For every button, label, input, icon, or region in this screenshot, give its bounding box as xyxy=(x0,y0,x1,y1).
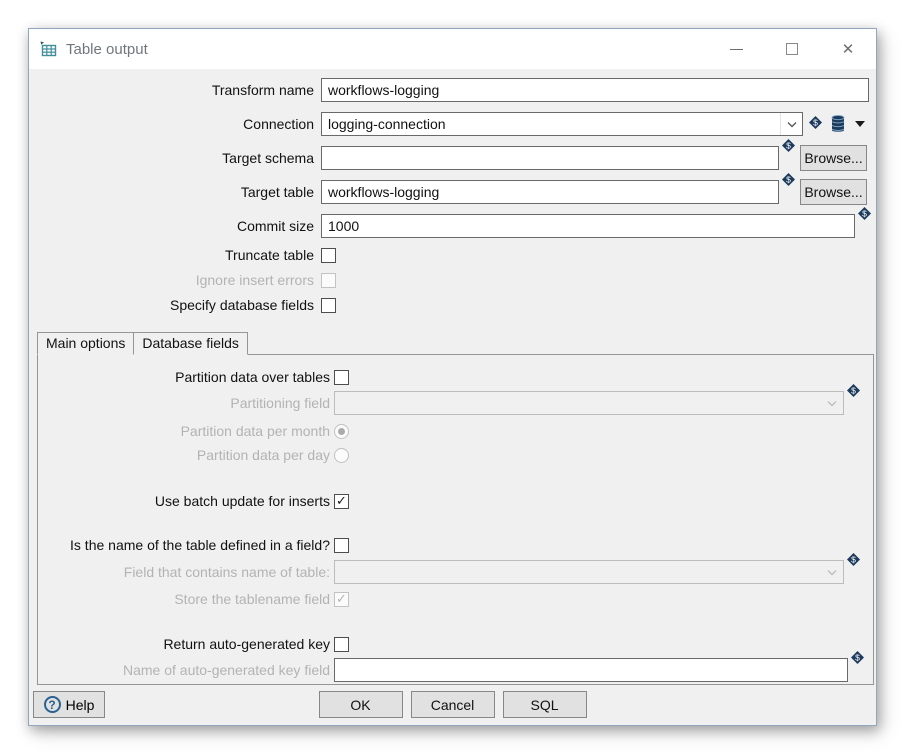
partition-over-tables-label: Partition data over tables xyxy=(38,369,334,385)
variable-diamond-icon xyxy=(858,207,871,220)
auto-key-field-input[interactable] xyxy=(334,658,848,682)
return-auto-key-label: Return auto-generated key xyxy=(38,636,334,652)
table-name-in-field-row: Is the name of the table defined in a fi… xyxy=(38,537,873,553)
transform-name-row: Transform name xyxy=(37,77,869,103)
target-schema-label: Target schema xyxy=(37,150,321,166)
close-icon: ✕ xyxy=(842,42,855,57)
partition-over-tables-row: Partition data over tables xyxy=(38,369,873,385)
cancel-button[interactable]: Cancel xyxy=(411,691,495,718)
target-table-input[interactable] xyxy=(321,180,779,204)
partitioning-field-row: Partitioning field xyxy=(38,391,873,415)
connection-label: Connection xyxy=(37,116,321,132)
chevron-down-icon xyxy=(821,561,843,583)
partition-over-tables-checkbox[interactable] xyxy=(334,370,349,385)
tab-bar: Main options Database fields xyxy=(37,332,876,354)
target-table-browse-button[interactable]: Browse... xyxy=(800,179,867,205)
tab-database-fields[interactable]: Database fields xyxy=(133,332,248,355)
minimize-icon xyxy=(730,49,743,50)
field-contains-table-name-combo xyxy=(334,560,844,584)
ignore-insert-errors-label: Ignore insert errors xyxy=(37,272,321,288)
partitioning-field-combo xyxy=(334,391,844,415)
target-table-label: Target table xyxy=(37,184,321,200)
target-schema-row: Target schema Browse... xyxy=(37,145,869,171)
commit-size-input[interactable] xyxy=(321,214,855,238)
chevron-down-icon xyxy=(780,113,802,135)
partition-per-day-radio xyxy=(334,448,349,463)
store-tablename-row: Store the tablename field xyxy=(38,591,873,607)
connection-combo[interactable]: logging-connection xyxy=(321,112,803,136)
title-bar: Table output ✕ xyxy=(29,29,876,69)
target-table-row: Target table Browse... xyxy=(37,179,869,205)
target-schema-input[interactable] xyxy=(321,146,779,170)
main-options-panel: Partition data over tables Partitioning … xyxy=(37,354,874,685)
tab-main-options[interactable]: Main options xyxy=(37,332,134,355)
commit-size-row: Commit size xyxy=(37,213,869,239)
dialog-title: Table output xyxy=(66,41,148,58)
variable-diamond-icon xyxy=(782,173,795,186)
connection-value: logging-connection xyxy=(322,116,780,132)
commit-size-label: Commit size xyxy=(37,218,321,234)
sql-button[interactable]: SQL xyxy=(503,691,587,718)
table-output-dialog: Table output ✕ Transform name Connection… xyxy=(28,28,877,726)
variable-diamond-icon xyxy=(847,384,860,397)
variable-diamond-icon xyxy=(782,139,795,152)
truncate-table-label: Truncate table xyxy=(37,247,321,263)
partitioning-field-label: Partitioning field xyxy=(38,395,334,411)
batch-update-label: Use batch update for inserts xyxy=(38,493,334,509)
form-area: Transform name Connection logging-connec… xyxy=(29,69,876,313)
partition-per-month-row: Partition data per month xyxy=(38,423,873,439)
specify-database-fields-row: Specify database fields xyxy=(37,297,869,313)
connection-menu-arrow-icon[interactable] xyxy=(855,121,865,127)
truncate-table-row: Truncate table xyxy=(37,247,869,263)
dialog-buttons: OK Cancel SQL xyxy=(319,691,587,718)
partition-per-day-label: Partition data per day xyxy=(38,447,334,463)
ok-button[interactable]: OK xyxy=(319,691,403,718)
auto-key-field-label: Name of auto-generated key field xyxy=(38,662,334,678)
target-schema-browse-button[interactable]: Browse... xyxy=(800,145,867,171)
footer: ? Help OK Cancel SQL xyxy=(29,691,876,718)
field-contains-table-name-row: Field that contains name of table: xyxy=(38,560,873,584)
transform-name-input[interactable] xyxy=(321,78,869,102)
store-tablename-checkbox xyxy=(334,592,349,607)
variable-diamond-icon xyxy=(809,116,822,129)
window-controls: ✕ xyxy=(708,29,876,69)
partition-per-day-row: Partition data per day xyxy=(38,447,873,463)
ignore-insert-errors-row: Ignore insert errors xyxy=(37,272,869,288)
return-auto-key-row: Return auto-generated key xyxy=(38,636,873,652)
help-icon: ? xyxy=(44,696,61,713)
auto-key-field-row: Name of auto-generated key field xyxy=(38,658,873,682)
connection-row: Connection logging-connection xyxy=(37,111,869,137)
table-output-step-icon xyxy=(40,41,57,58)
help-label: Help xyxy=(66,697,95,713)
field-contains-table-name-label: Field that contains name of table: xyxy=(38,564,334,580)
close-button[interactable]: ✕ xyxy=(820,29,876,69)
maximize-button[interactable] xyxy=(764,29,820,69)
partition-per-month-label: Partition data per month xyxy=(38,423,334,439)
variable-diamond-icon xyxy=(851,651,864,664)
help-button[interactable]: ? Help xyxy=(33,691,105,718)
maximize-icon xyxy=(786,43,798,55)
store-tablename-label: Store the tablename field xyxy=(38,591,334,607)
ignore-insert-errors-checkbox xyxy=(321,273,336,288)
transform-name-label: Transform name xyxy=(37,82,321,98)
table-name-in-field-checkbox[interactable] xyxy=(334,538,349,553)
partition-per-month-radio xyxy=(334,424,349,439)
table-name-in-field-label: Is the name of the table defined in a fi… xyxy=(38,537,334,553)
chevron-down-icon xyxy=(821,392,843,414)
batch-update-row: Use batch update for inserts xyxy=(38,493,873,509)
return-auto-key-checkbox[interactable] xyxy=(334,637,349,652)
variable-diamond-icon xyxy=(847,553,860,566)
specify-database-fields-checkbox[interactable] xyxy=(321,298,336,313)
batch-update-checkbox[interactable] xyxy=(334,494,349,509)
specify-database-fields-label: Specify database fields xyxy=(37,297,321,313)
minimize-button[interactable] xyxy=(708,29,764,69)
truncate-table-checkbox[interactable] xyxy=(321,248,336,263)
database-edit-icon[interactable] xyxy=(830,114,846,134)
